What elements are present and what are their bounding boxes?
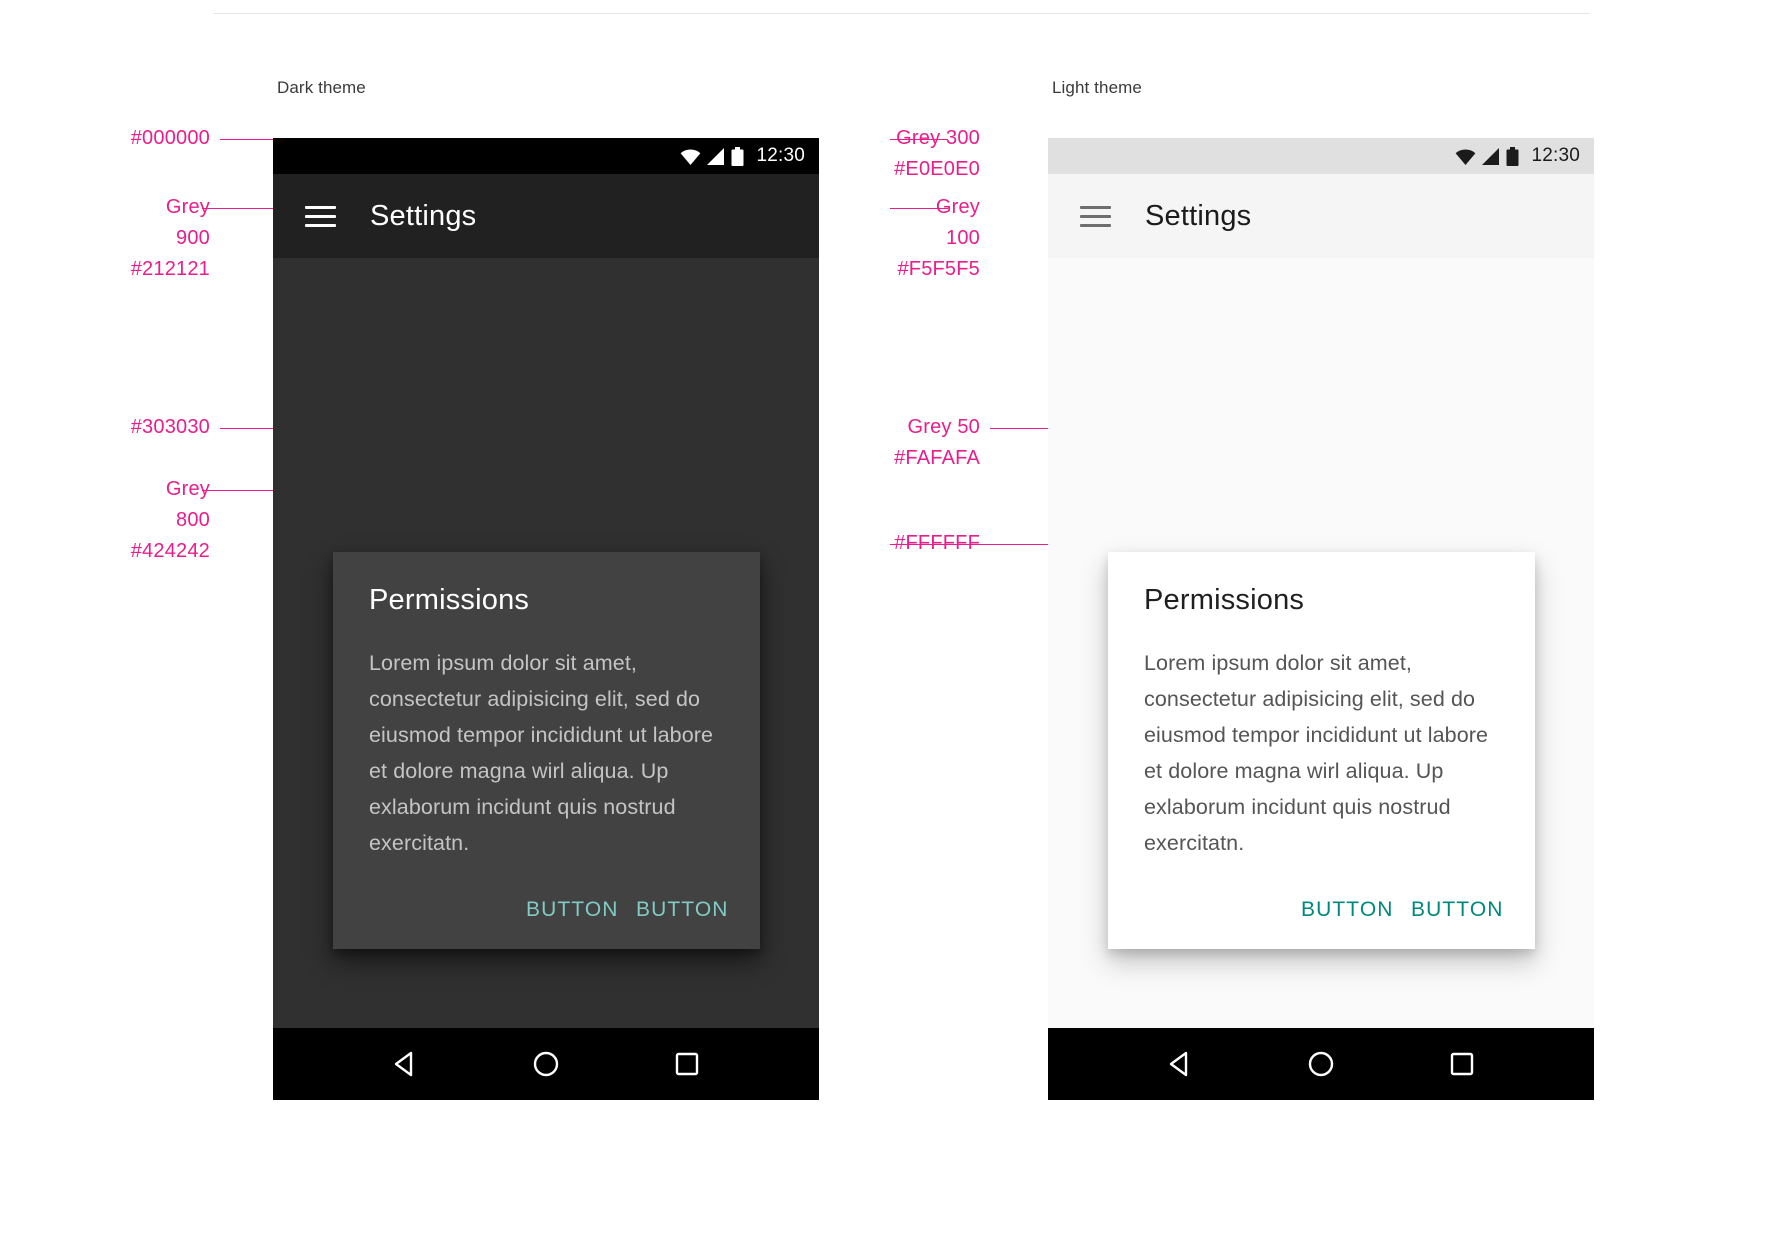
leader-line-dark-appbar (202, 208, 273, 209)
status-bar: 12:30 (273, 138, 819, 174)
status-time: 12:30 (756, 145, 805, 166)
dialog-button-2[interactable]: BUTTON (636, 897, 727, 923)
status-icons (1455, 146, 1519, 166)
permissions-dialog: Permissions Lorem ipsum dolor sit amet, … (333, 552, 760, 949)
app-bar: Settings (273, 174, 819, 258)
wifi-icon (1456, 148, 1476, 165)
annotation-dark-dialog: Grey 800 #424242 (130, 478, 210, 562)
battery-icon (731, 146, 744, 166)
annotation-light-appbar: Grey 100 #F5F5F5 (897, 196, 980, 280)
status-icons (680, 146, 744, 166)
annotation-dark-appbar: Grey 900 #212121 (130, 196, 210, 280)
annotation-dark-background: #303030 (130, 416, 210, 438)
dialog-button-2[interactable]: BUTTON (1411, 897, 1502, 923)
annotation-light-statusbar: Grey 300 #E0E0E0 (894, 127, 980, 180)
system-nav-bar (1048, 1028, 1594, 1100)
battery-icon (1506, 146, 1519, 166)
light-theme-caption: Light theme (1052, 78, 1142, 97)
back-triangle-icon[interactable] (1165, 1049, 1195, 1079)
hamburger-menu-icon[interactable] (1080, 205, 1111, 227)
app-bar: Settings (1048, 174, 1594, 258)
dialog-title: Permissions (1144, 584, 1305, 616)
top-divider (213, 13, 1590, 14)
annotation-light-background: Grey 50 #FAFAFA (894, 416, 980, 469)
leader-line-dark-statusbar (220, 139, 273, 140)
status-bar: 12:30 (1048, 138, 1594, 174)
dialog-button-1[interactable]: BUTTON (526, 897, 617, 923)
back-triangle-icon[interactable] (390, 1049, 420, 1079)
recents-square-icon[interactable] (1447, 1049, 1477, 1079)
home-circle-icon[interactable] (531, 1049, 561, 1079)
design-spec-canvas: Dark theme Light theme #000000 Grey 900 … (0, 0, 1766, 1236)
screen-content: Permissions Lorem ipsum dolor sit amet, … (1048, 258, 1594, 1028)
dark-theme-phone-mockup: 12:30 Settings Permissions Lorem ipsum d… (273, 138, 819, 1100)
status-time: 12:30 (1531, 145, 1580, 166)
leader-line-light-appbar (890, 208, 948, 209)
permissions-dialog: Permissions Lorem ipsum dolor sit amet, … (1108, 552, 1535, 949)
leader-line-light-statusbar (890, 139, 948, 140)
dialog-actions: BUTTON BUTTON (1144, 861, 1502, 949)
app-bar-title: Settings (370, 199, 477, 232)
dialog-body: Lorem ipsum dolor sit amet, consectetur … (369, 651, 714, 855)
dialog-button-1[interactable]: BUTTON (1301, 897, 1392, 923)
leader-line-dark-background (220, 428, 273, 429)
dialog-body: Lorem ipsum dolor sit amet, consectetur … (1144, 651, 1489, 855)
dialog-actions: BUTTON BUTTON (369, 861, 727, 949)
signal-icon (1482, 147, 1500, 165)
wifi-icon (681, 148, 701, 165)
annotation-dark-statusbar: #000000 (130, 127, 210, 149)
recents-square-icon[interactable] (672, 1049, 702, 1079)
home-circle-icon[interactable] (1306, 1049, 1336, 1079)
system-nav-bar (273, 1028, 819, 1100)
signal-icon (707, 147, 725, 165)
light-theme-phone-mockup: 12:30 Settings Permissions Lorem ipsum d… (1048, 138, 1594, 1100)
dark-theme-caption: Dark theme (277, 78, 366, 97)
dialog-title: Permissions (369, 584, 530, 616)
screen-content: Permissions Lorem ipsum dolor sit amet, … (273, 258, 819, 1028)
app-bar-title: Settings (1145, 199, 1252, 232)
hamburger-menu-icon[interactable] (305, 205, 336, 227)
